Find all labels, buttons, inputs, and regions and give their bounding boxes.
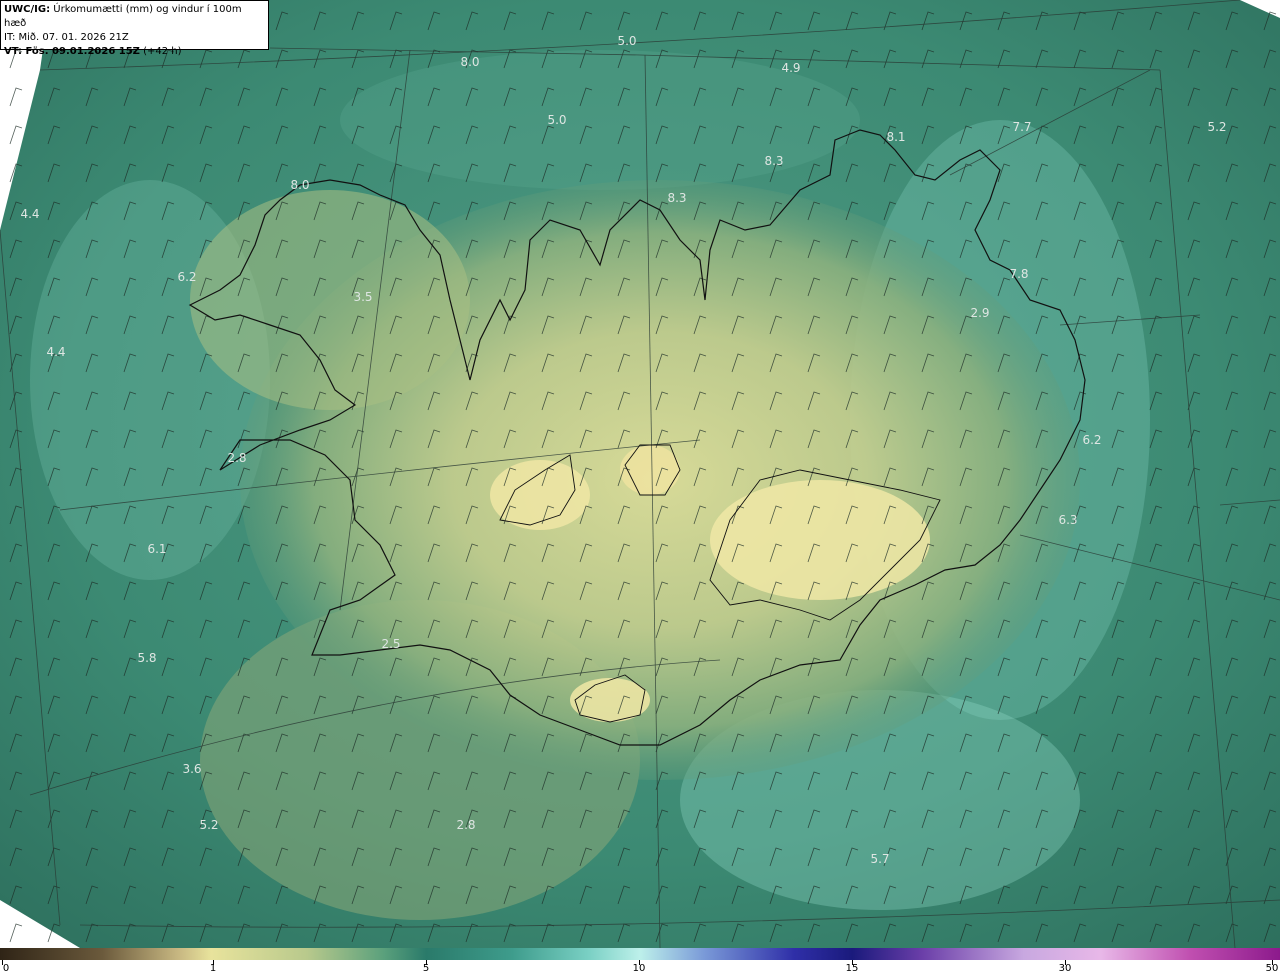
colorbar-tick-label: 1 <box>209 963 217 974</box>
precip-value-label: 2.9 <box>970 306 990 320</box>
precip-value-label: 7.7 <box>1012 120 1032 134</box>
colorbar-tick-label: 30 <box>1058 963 1072 974</box>
colorbar: 0 1 5 10 15 30 50 <box>0 948 1280 978</box>
forecast-map[interactable]: 5.0 8.0 4.9 5.0 7.7 5.2 8.1 8.3 8.0 8.3 4.4 7.8 6.2 3… <box>0 0 1280 948</box>
colorbar-tick-label: 50 <box>1265 963 1279 974</box>
valid-time-line: VT: Fös. 09.01.2026 15Z (+42 h) <box>4 45 265 59</box>
precip-value-label: 8.1 <box>886 130 906 144</box>
init-time: IT: Mið. 07. 01. 2026 21Z <box>4 32 129 43</box>
colorbar-tick-label: 5 <box>422 963 430 974</box>
precip-value-label: 3.5 <box>353 290 373 304</box>
colorbar-gradient <box>0 948 1280 960</box>
precip-value-label: 3.6 <box>182 762 202 776</box>
precip-value-label: 8.3 <box>667 191 687 205</box>
map-canvas[interactable] <box>0 0 1280 948</box>
colorbar-tick-label: 15 <box>845 963 859 974</box>
map-info-box: UWC/IG: Úrkomumætti (mm) og vindur í 100… <box>0 0 269 57</box>
precip-value-label: 2.5 <box>381 637 401 651</box>
precip-value-label: 6.2 <box>177 270 197 284</box>
precip-value-label: 7.8 <box>1009 267 1029 281</box>
model-name: UWC/IG: <box>4 4 51 15</box>
precip-value-label: 4.4 <box>46 345 66 359</box>
title-line: UWC/IG: Úrkomumætti (mm) og vindur í 100… <box>4 3 265 31</box>
precip-value-label: 5.8 <box>137 651 157 665</box>
precip-value-label: 6.3 <box>1058 513 1078 527</box>
precip-value-label: 2.8 <box>227 451 247 465</box>
precip-value-label: 8.3 <box>764 154 784 168</box>
precip-value-label: 5.2 <box>199 818 219 832</box>
precip-value-label: 6.2 <box>1082 433 1102 447</box>
valid-time: VT: Fös. 09.01.2026 15Z <box>4 46 140 57</box>
precip-value-label: 5.0 <box>547 113 567 127</box>
colorbar-tick-label: 0 <box>2 963 10 974</box>
precip-value-label: 6.1 <box>147 542 167 556</box>
precip-value-label: 8.0 <box>460 55 480 69</box>
precip-value-label: 5.0 <box>617 34 637 48</box>
precip-value-label: 2.8 <box>456 818 476 832</box>
precip-value-label: 4.4 <box>20 207 40 221</box>
lead-time: (+42 h) <box>139 46 182 57</box>
precip-value-label: 5.7 <box>870 852 890 866</box>
colorbar-tick-label: 10 <box>632 963 646 974</box>
precip-value-label: 4.9 <box>781 61 801 75</box>
precip-value-label: 5.2 <box>1207 120 1227 134</box>
precip-value-label: 8.0 <box>290 178 310 192</box>
